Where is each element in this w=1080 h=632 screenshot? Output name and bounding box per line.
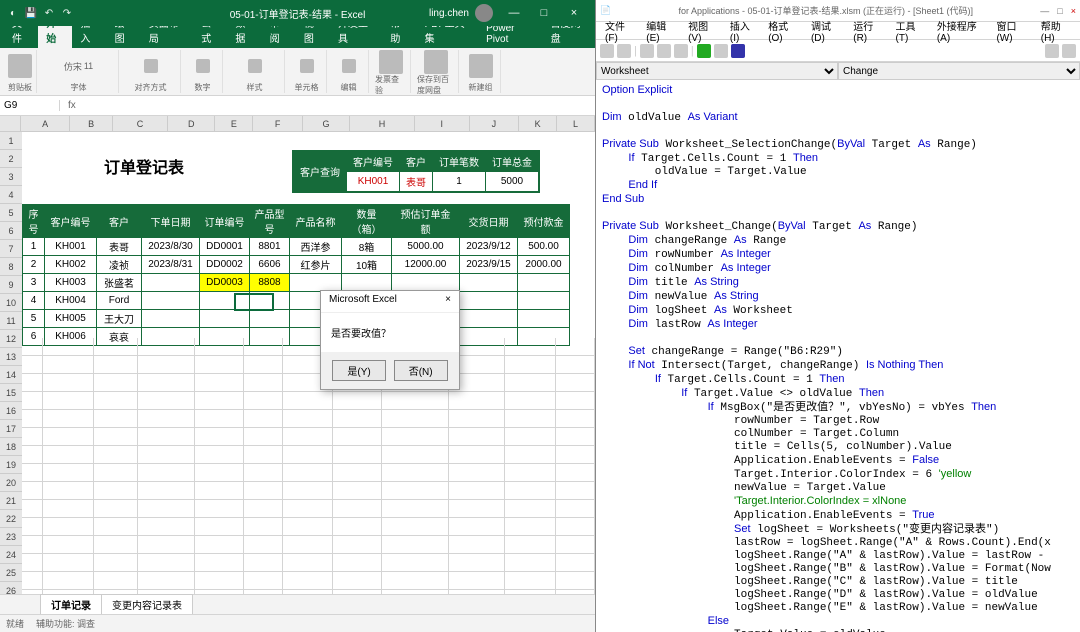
font-size-input[interactable]: 11 [84,61,93,71]
vba-close-button[interactable]: × [1071,6,1076,16]
status-ready: 就绪 [6,617,24,630]
camera-icon[interactable] [469,54,493,78]
spreadsheet-grid[interactable]: ABCDEFGHIJKL 123456789101112131415161718… [0,116,595,594]
fx-icon[interactable]: fx [60,100,84,111]
edit-icon[interactable] [342,59,356,73]
invoice-icon[interactable] [379,50,403,74]
msgbox-dialog: Microsoft Excel × 是否要改值？ 是(Y) 否(N) [320,290,460,390]
vba-procedure-dropdown[interactable]: Change [838,62,1080,80]
vba-cut-icon[interactable] [640,44,654,58]
data-table[interactable]: 序号客户编号客户下单日期订单编号产品型号产品名称数量（箱）预估订单金额交货日期预… [22,204,570,346]
number-icon[interactable] [196,59,210,73]
vba-run-icon[interactable] [697,44,711,58]
sheet-tabs: 订单记录 变更内容记录表 [0,594,595,614]
vba-object-selector: Worksheet Change [596,62,1080,80]
excel-window: ◐ 💾 ↶ ↷ 05-01-订单登记表-结果 - Excel ling.chen… [0,0,596,632]
vba-paste-icon[interactable] [674,44,688,58]
msgbox-yes-button[interactable]: 是(Y) [332,360,385,381]
autosave-toggle[interactable]: ◐ [6,6,20,20]
vba-toolbar: | | [596,40,1080,62]
vba-tool2-icon[interactable] [1062,44,1076,58]
sheet-tab-orders[interactable]: 订单记录 [40,594,102,616]
sheet-title: 订单登记表 [44,156,244,182]
undo-icon[interactable]: ↶ [42,6,56,20]
msgbox-no-button[interactable]: 否(N) [394,360,448,381]
vba-copy-icon[interactable] [657,44,671,58]
table-row[interactable]: 5KH005王大刀 [23,310,570,328]
sheet-tab-changelog[interactable]: 变更内容记录表 [101,594,193,615]
redo-icon[interactable]: ↷ [60,6,74,20]
cells-icon[interactable] [300,59,314,73]
close-button[interactable]: × [559,0,589,26]
vba-menubar: 文件(F)编辑(E)视图(V)插入(I)格式(O)调试(D)运行(R)工具(T)… [596,22,1080,40]
vba-save-icon[interactable] [617,44,631,58]
table-row[interactable]: 1KH001表哥2023/8/30DD00018801西洋参8箱5000.002… [23,238,570,256]
workbook-title: 05-01-订单登记表-结果 - Excel [230,6,366,21]
save-icon[interactable]: 💾 [24,6,38,20]
font-name-input[interactable]: 仿宋 [64,60,82,73]
query-box: 客户查询 客户编号 客户 订单笔数 订单总金 KH001 表哥 1 5000 [292,150,540,193]
excel-titlebar: ◐ 💾 ↶ ↷ 05-01-订单登记表-结果 - Excel ling.chen… [0,0,595,26]
vba-app-icon: 📄 [600,5,611,16]
table-row[interactable]: 2KH002凌祯2023/8/31DD00026606红参片10箱12000.0… [23,256,570,274]
vba-title: for Applications - 05-01-订单登记表-结果.xlsm (… [611,4,1040,17]
msgbox-body: 是否要改值？ [321,313,459,352]
vba-stop-icon[interactable] [731,44,745,58]
ribbon-tabs: 文件 开始 插入 绘图 页面布局 公式 数据 审阅 视图 开发工具 帮助 PDF… [0,26,595,48]
msgbox-close-icon[interactable]: × [445,294,451,309]
vba-tool-icon[interactable] [1045,44,1059,58]
baidu-save-icon[interactable] [424,50,448,74]
ribbon: 剪贴板 仿宋11字体 对齐方式 数字 样式 单元格 编辑 发票查验 保存到百度网… [0,48,595,96]
msgbox-title: Microsoft Excel [329,294,397,309]
name-box[interactable]: G9 [0,100,60,111]
query-label: 客户查询 [294,152,347,192]
table-row[interactable]: 4KH004Ford [23,292,570,310]
table-row[interactable]: 3KH003张盛茗DD00038808 [23,274,570,292]
styles-icon[interactable] [248,59,262,73]
vba-object-dropdown[interactable]: Worksheet [596,62,838,80]
status-bar: 就绪 辅助功能: 调查 [0,614,595,632]
vba-maximize-button[interactable]: □ [1057,6,1062,16]
user-avatar-icon[interactable] [475,4,493,22]
formula-bar: G9 fx [0,96,595,116]
maximize-button[interactable]: □ [529,0,559,26]
align-icon[interactable] [144,59,158,73]
minimize-button[interactable]: — [499,0,529,26]
vba-editor-window: 📄 for Applications - 05-01-订单登记表-结果.xlsm… [596,0,1080,632]
vba-pause-icon[interactable] [714,44,728,58]
vba-code-editor[interactable]: Option Explicit Dim oldValue As Variant … [596,80,1080,632]
status-accessibility: 辅助功能: 调查 [36,617,95,630]
vba-view-icon[interactable] [600,44,614,58]
paste-icon[interactable] [8,54,32,78]
vba-minimize-button[interactable]: — [1040,6,1049,16]
user-name[interactable]: ling.chen [429,8,469,19]
